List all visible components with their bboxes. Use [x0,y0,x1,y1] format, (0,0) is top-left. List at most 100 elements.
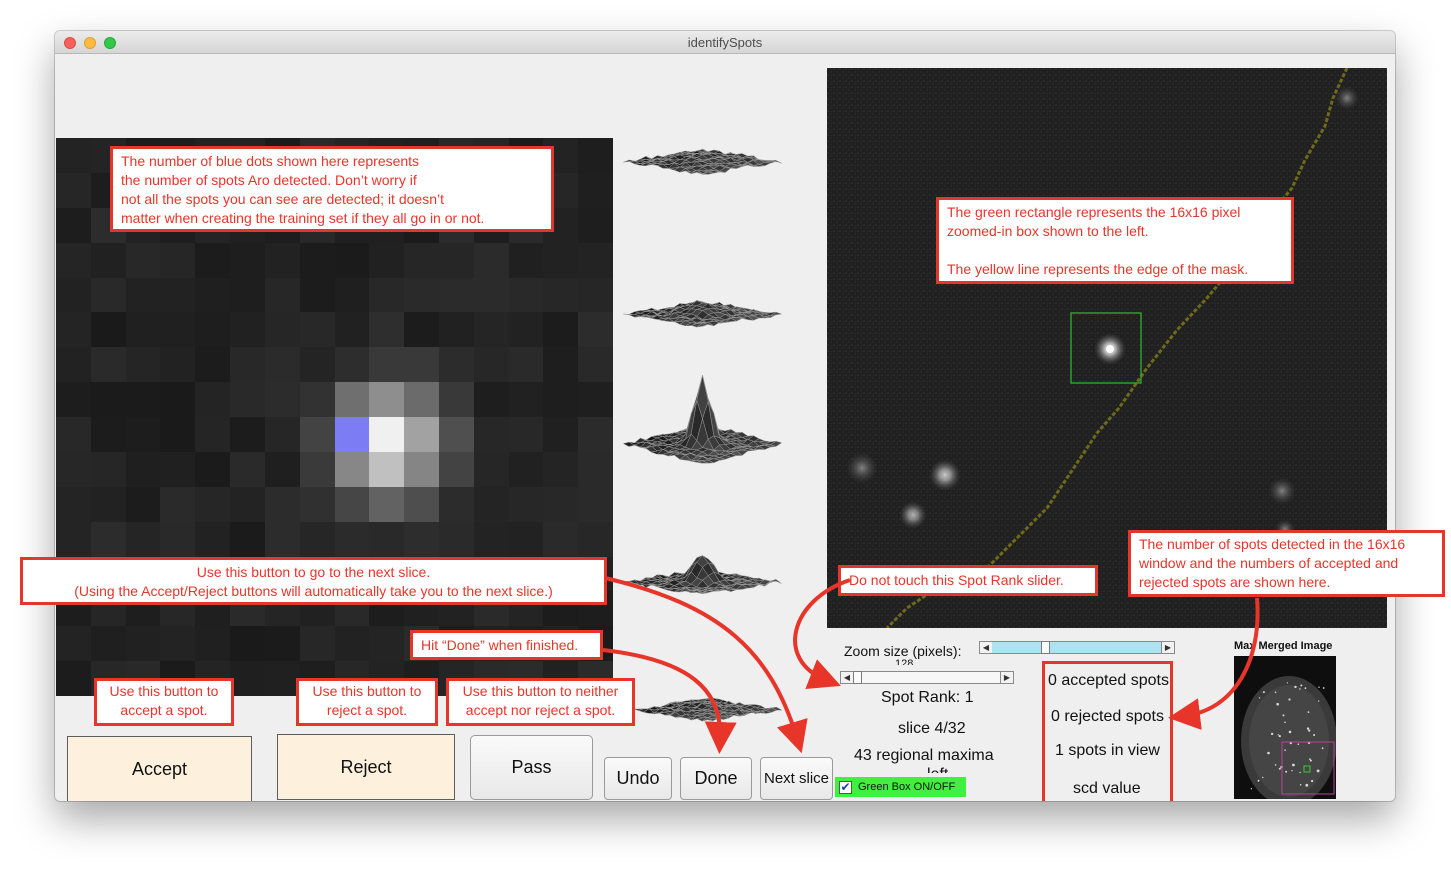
zoom-pixel [369,486,405,522]
thumbnail-spot [1321,747,1324,750]
accept-button[interactable]: Accept [67,736,252,801]
zoom-pixel [90,382,126,417]
zoom-pixel [125,277,161,313]
thumbnail-spot [1299,771,1301,774]
zoom-pixel [543,277,579,313]
zoom-pixel [230,626,265,662]
zoom-pixel [90,451,126,487]
zoom-pixel [438,242,474,278]
zoom-slider-thumb[interactable] [1040,641,1050,654]
annotation-reject: Use this button to reject a spot. [296,678,438,726]
pass-button[interactable]: Pass [470,735,593,800]
annotation-pass: Use this button to neither accept nor re… [446,678,635,726]
thumbnail-spot [1292,763,1295,767]
slider-right-arrow-icon[interactable]: ▶ [1161,642,1174,653]
zoom-pixel [125,486,161,522]
zoom-pixel [438,486,474,522]
undo-button[interactable]: Undo [604,757,672,800]
spot-rank-slider[interactable]: ◀ ▶ [840,671,1014,684]
zoom-pixel [438,451,474,487]
thumbnail-spot [1286,682,1288,684]
slider-right-arrow-icon[interactable]: ▶ [1000,672,1013,683]
green-box-checkbox[interactable]: ✔ [839,780,852,794]
zoom-pixel [160,521,196,557]
zoom-pixel [578,347,613,383]
zoom-pixel [264,661,300,696]
thumbnail-spot [1291,770,1293,772]
zoom-pixel [404,451,439,487]
zoom-pixel [578,417,613,452]
zoom-pixel [508,382,544,417]
zoom-pixel [195,417,231,452]
annotation-spot-rank: Do not touch this Spot Rank slider. [838,565,1098,596]
zoom-pixel [264,347,300,383]
green-box-toggle[interactable]: ✔ Green Box ON/OFF [835,777,966,797]
thumbnail-spot [1284,749,1286,751]
zoom-pixel [334,242,370,278]
zoom-size-slider[interactable]: ◀ ▶ [979,641,1175,654]
zoom-pixel [160,626,196,662]
zoom-pixel [508,312,544,348]
spot [1335,86,1359,110]
zoom-pixel [334,347,370,383]
zoom-pixel [473,521,509,557]
zoom-pixel [578,521,613,557]
thumbnail-spot [1307,711,1310,713]
zoom-pixel [160,417,196,452]
spot-rank-thumb[interactable] [853,671,862,684]
thumbnail-spot [1274,691,1277,694]
thumbnail-spot [1262,776,1264,779]
zoom-pixel [508,451,544,487]
zoom-pixel [578,312,613,348]
zoom-pixel [438,521,474,557]
thumbnail-spot [1311,779,1314,783]
zoom-pixel [299,312,335,348]
zoom-pixel [369,382,405,417]
zoom-pixel [195,347,231,383]
zoom-pixel [160,312,196,348]
next-slice-button[interactable]: Next slice [760,757,833,800]
zoom-pixel [299,521,335,557]
zoom-pixel [404,521,439,557]
zoom-pixel [508,347,544,383]
detected-spot-dot [334,417,370,452]
zoom-pixel [404,347,439,383]
thumbnail-title: Max Merged Image [1234,640,1333,652]
zoom-pixel [56,626,91,662]
zoom-pixel [195,626,231,662]
surface-plot-3 [622,375,783,464]
zoom-pixel [230,451,265,487]
zoom-pixel [160,347,196,383]
zoom-pixel [125,417,161,452]
zoom-pixel [195,451,231,487]
thumbnail-spot [1308,729,1311,732]
zoom-pixel [369,417,405,452]
max-merged-thumbnail [1234,656,1336,799]
spot [1268,477,1296,505]
zoom-pixel [90,312,126,348]
spot-rank-label: Spot Rank: 1 [881,689,974,706]
thumbnail-spot [1316,769,1320,773]
thumbnail-spot [1322,687,1325,689]
done-button[interactable]: Done [680,757,752,800]
reject-button[interactable]: Reject [277,734,455,800]
zoom-pixel [543,347,579,383]
thumbnail-spot [1258,697,1261,699]
annotation-accept: Use this button to accept a spot. [94,678,234,726]
zoom-pixel [543,521,579,557]
thumbnail-spot [1304,687,1307,690]
zoom-pixel [578,277,613,313]
annotation-blue-dots: The number of blue dots shown here repre… [110,146,554,232]
zoom-pixel [299,242,335,278]
zoom-pixel [508,242,544,278]
zoom-pixel [369,277,405,313]
zoom-pixel [299,486,335,522]
thumbnail-spot [1297,743,1300,745]
thumbnail-spot [1318,686,1320,688]
zoom-pixel [473,312,509,348]
thumbnail-spot [1276,702,1279,706]
thumbnail-spot [1257,779,1260,782]
zoom-pixel [56,382,91,417]
zoom-pixel [299,347,335,383]
zoom-pixel [160,451,196,487]
